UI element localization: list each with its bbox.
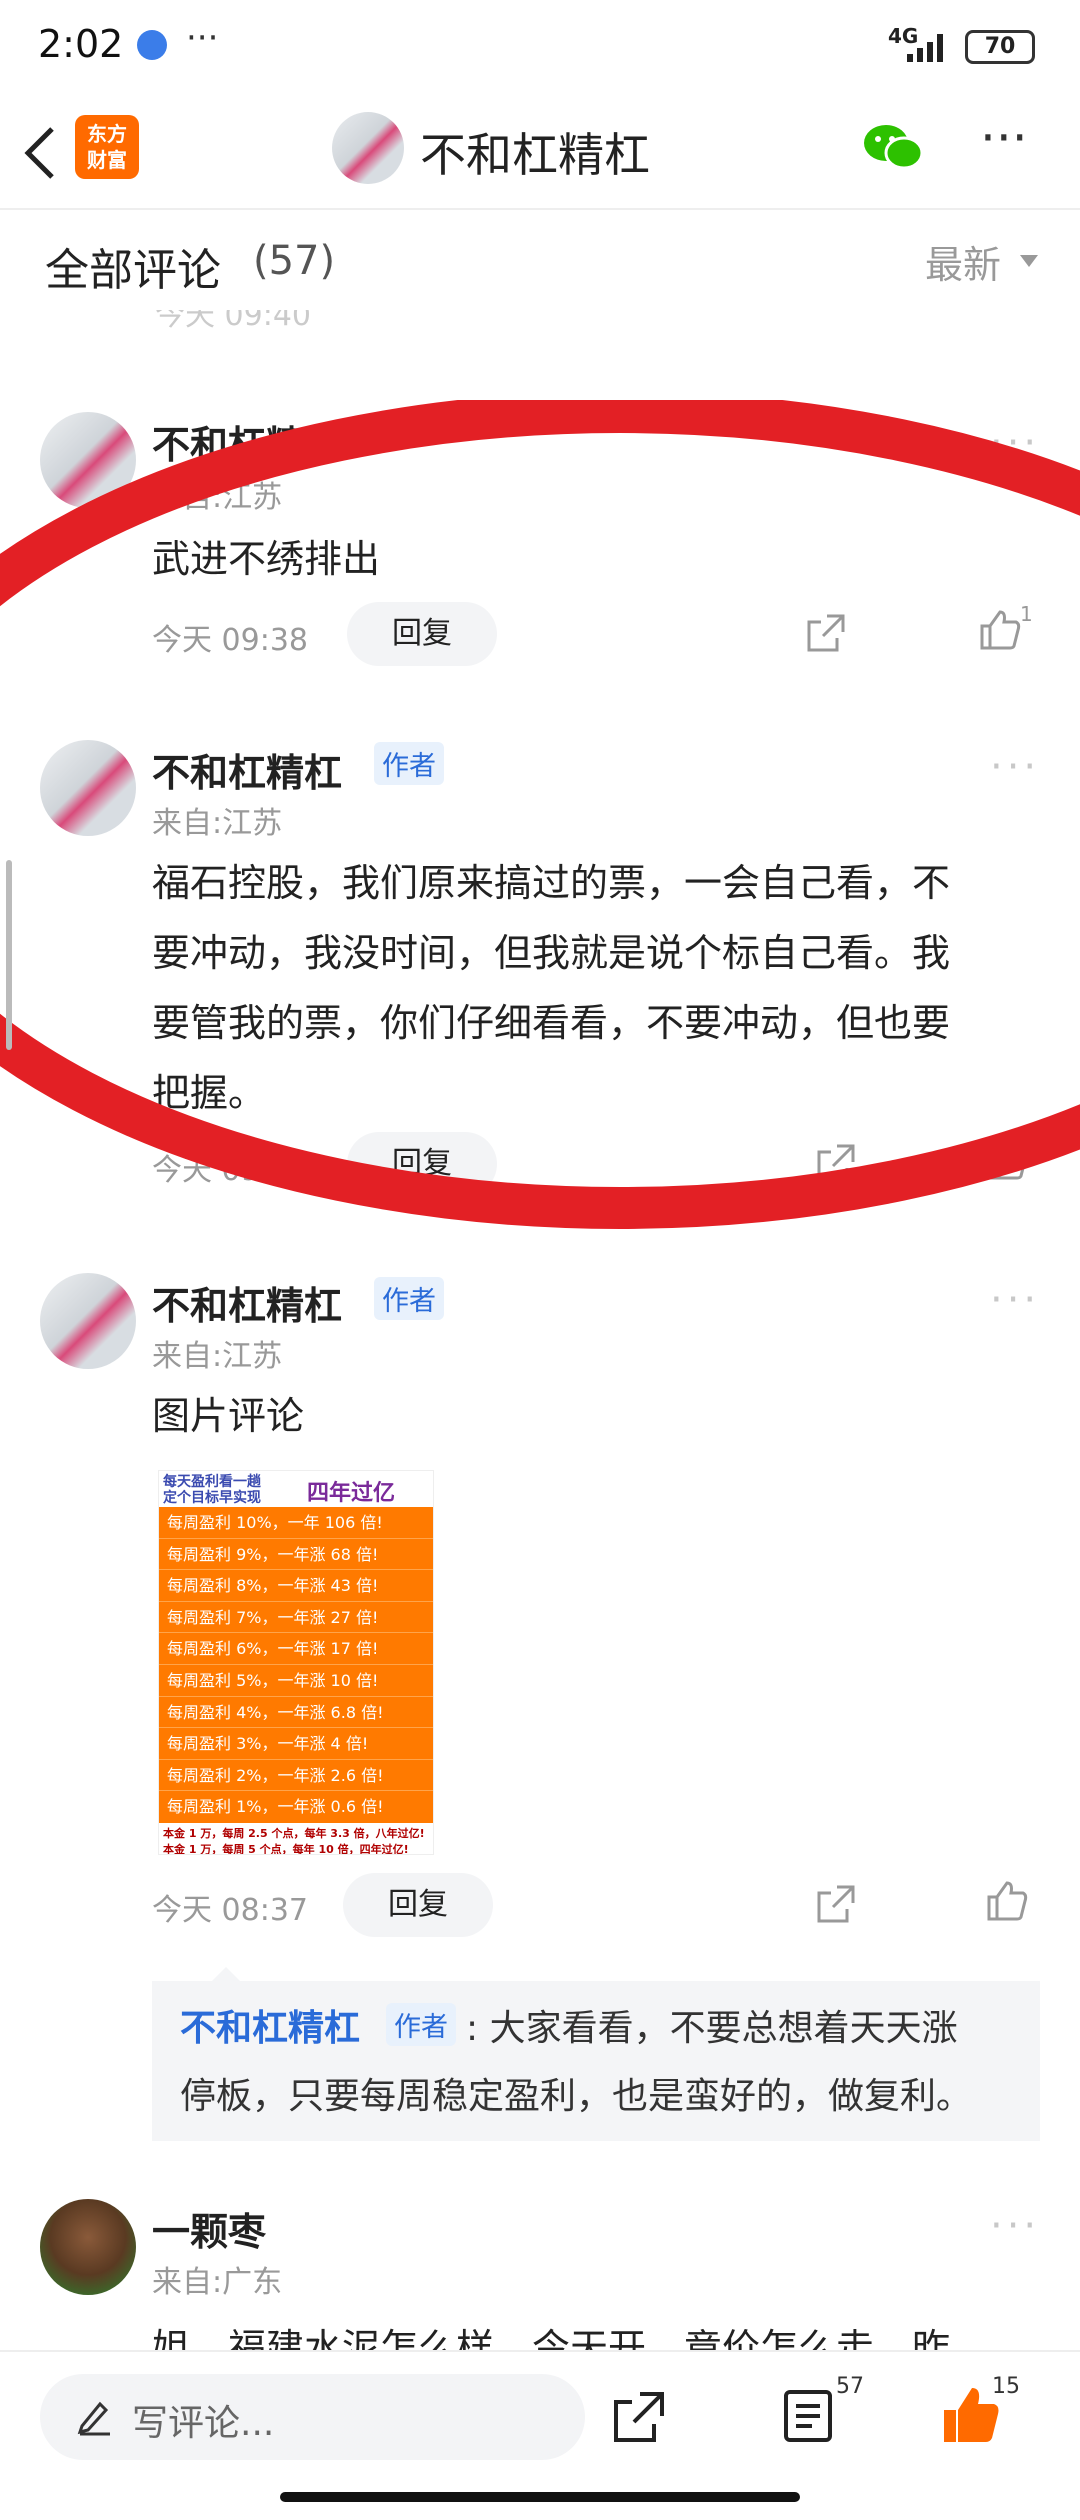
- wechat-icon[interactable]: [862, 121, 926, 173]
- avatar[interactable]: [40, 1273, 136, 1369]
- author-badge: 作者: [374, 1277, 444, 1320]
- more-icon[interactable]: ···: [980, 109, 1028, 167]
- image-row: 每周盈利 6%，一年涨 17 倍!: [159, 1633, 433, 1665]
- image-top-line: 定个目标早实现: [163, 1490, 261, 1506]
- comment-placeholder: 写评论...: [132, 2403, 275, 2444]
- scrollbar[interactable]: [6, 860, 12, 1050]
- comments-count: (57): [253, 238, 336, 284]
- sub-reply-badge: 作者: [386, 2003, 456, 2046]
- comment-item: 一颗枣 来自:广东 ··· 姐，福建水泥怎么样，今天开，竟价怎么走，昨: [0, 2195, 1080, 2370]
- image-foot-line: 本金 1 万，每周 5 个点，每年 10 倍，四年过亿!: [163, 1843, 409, 1855]
- sub-reply-author[interactable]: 不和杠精杠: [180, 1999, 360, 2051]
- chevron-down-icon[interactable]: [1020, 255, 1038, 267]
- image-row: 每周盈利 3%，一年涨 4 倍!: [159, 1728, 433, 1760]
- bottom-bar: 写评论... 57 15: [0, 2350, 1080, 2520]
- image-row: 每周盈利 7%，一年涨 27 倍!: [159, 1602, 433, 1634]
- author-location: 来自:江苏: [152, 1339, 283, 1374]
- image-rows: 每周盈利 10%，一年 106 倍! 每周盈利 9%，一年涨 68 倍! 每周盈…: [159, 1507, 433, 1823]
- comment-more-icon[interactable]: ···: [990, 1277, 1040, 1323]
- signal-icon: [907, 34, 943, 62]
- sub-reply-text: 停板，只要每周稳定盈利，也是蛮好的，做复利。: [180, 2076, 973, 2117]
- image-row: 每周盈利 10%，一年 106 倍!: [159, 1507, 433, 1539]
- sub-reply-box[interactable]: 不和杠精杠 作者 : 大家看看，不要总想着天天涨 停板，只要每周稳定盈利，也是蛮…: [152, 1981, 1040, 2141]
- like-count-badge: 15: [992, 2374, 1020, 2399]
- more-status-icon: ···: [186, 18, 219, 58]
- image-row: 每周盈利 1%，一年涨 0.6 倍!: [167, 1797, 384, 1817]
- image-foot-line: 本金 1 万，每周 2.5 个点，每年 3.3 倍，八年过亿!: [163, 1827, 425, 1840]
- nav-title: 不和杠精杠: [420, 128, 650, 182]
- author-name[interactable]: 一颗枣: [152, 2201, 266, 2256]
- comment-more-icon[interactable]: ···: [990, 2203, 1040, 2249]
- status-time: 2:02: [38, 22, 124, 66]
- nav-bar: 东方 财富 不和杠精杠 ···: [0, 95, 1080, 210]
- app-logo[interactable]: 东方 财富: [75, 115, 139, 179]
- comments-header: 全部评论 (57) 最新: [0, 210, 1080, 310]
- image-row: 每周盈利 8%，一年涨 43 倍!: [159, 1570, 433, 1602]
- comment-image[interactable]: 每天盈利看一趟 定个目标早实现 四年过亿 每周盈利 10%，一年 106 倍! …: [158, 1470, 434, 1855]
- image-row: 每周盈利 2%，一年涨 2.6 倍!: [159, 1760, 433, 1792]
- comment-time: 今天 08:37: [152, 1893, 308, 1928]
- red-annotation-ellipse: [0, 400, 1080, 1229]
- comments-label: 全部评论: [45, 245, 221, 296]
- author-name[interactable]: 不和杠精杠: [152, 1275, 342, 1330]
- battery-icon: 70: [965, 30, 1035, 64]
- comment-count-badge: 57: [836, 2374, 864, 2399]
- author-location: 来自:广东: [152, 2265, 283, 2300]
- sub-reply-text: : 大家看看，不要总想着天天涨: [466, 2008, 958, 2049]
- baidu-icon: [137, 30, 167, 60]
- share-icon[interactable]: [815, 1883, 857, 1925]
- reply-button[interactable]: 回复: [343, 1873, 493, 1937]
- image-row: 每周盈利 9%，一年涨 68 倍!: [159, 1539, 433, 1571]
- nav-avatar[interactable]: [332, 112, 404, 184]
- home-indicator: [280, 2492, 800, 2502]
- avatar[interactable]: [40, 2199, 136, 2295]
- sort-select[interactable]: 最新: [925, 234, 1001, 289]
- comment-text: 图片评论: [152, 1394, 305, 1438]
- share-icon[interactable]: [612, 2390, 666, 2444]
- back-icon[interactable]: [20, 123, 60, 183]
- like-icon[interactable]: [985, 1879, 1029, 1923]
- comment-item: 不和杠精杠 作者 来自:江苏 ··· 图片评论 每天盈利看一趟 定个目标早实现 …: [0, 1265, 1080, 2145]
- status-bar: 2:02 ··· 4G 70: [0, 0, 1080, 95]
- image-row: 每周盈利 4%，一年涨 6.8 倍!: [159, 1697, 433, 1729]
- pencil-icon: [77, 2401, 110, 2436]
- comments-list-icon[interactable]: [782, 2388, 834, 2444]
- comment-input[interactable]: 写评论...: [40, 2374, 585, 2460]
- image-row: 每周盈利 5%，一年涨 10 倍!: [159, 1665, 433, 1697]
- battery-level: 70: [984, 34, 1016, 59]
- image-title: 四年过亿: [307, 1481, 396, 1506]
